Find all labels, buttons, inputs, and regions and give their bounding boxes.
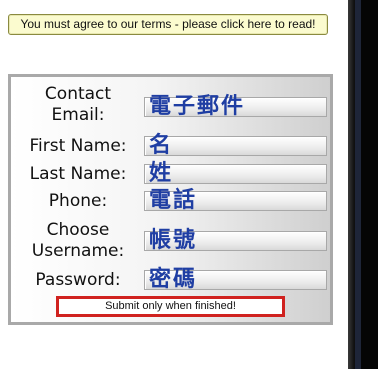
password-label: Password: bbox=[35, 270, 121, 290]
first-name-placeholder: 名 bbox=[149, 132, 174, 158]
phone-label: Phone: bbox=[48, 191, 108, 211]
password-placeholder: 密碼 bbox=[149, 266, 198, 292]
first-name-label: First Name: bbox=[29, 136, 127, 156]
contact-email-field[interactable]: 電子郵件 bbox=[144, 93, 327, 119]
last-name-placeholder: 姓 bbox=[149, 160, 174, 186]
terms-link[interactable]: You must agree to our terms - please cli… bbox=[8, 14, 328, 35]
registration-form: Contact Email: 電子郵件 First Name: 名 Last N… bbox=[8, 74, 333, 325]
last-name-label: Last Name: bbox=[29, 164, 127, 184]
phone-field[interactable]: 電話 bbox=[144, 187, 327, 213]
last-name-field[interactable]: 姓 bbox=[144, 160, 327, 186]
choose-username-label: Choose Username: bbox=[31, 220, 125, 261]
page-edge-dark bbox=[361, 0, 378, 369]
phone-placeholder: 電話 bbox=[149, 187, 198, 213]
contact-email-label: Contact Email: bbox=[44, 84, 112, 125]
password-field[interactable]: 密碼 bbox=[144, 266, 327, 292]
first-name-field[interactable]: 名 bbox=[144, 132, 327, 158]
username-placeholder: 帳號 bbox=[149, 227, 198, 253]
contact-email-placeholder: 電子郵件 bbox=[149, 93, 246, 119]
username-field[interactable]: 帳號 bbox=[144, 227, 327, 253]
submit-button[interactable]: Submit only when finished! bbox=[56, 296, 285, 317]
